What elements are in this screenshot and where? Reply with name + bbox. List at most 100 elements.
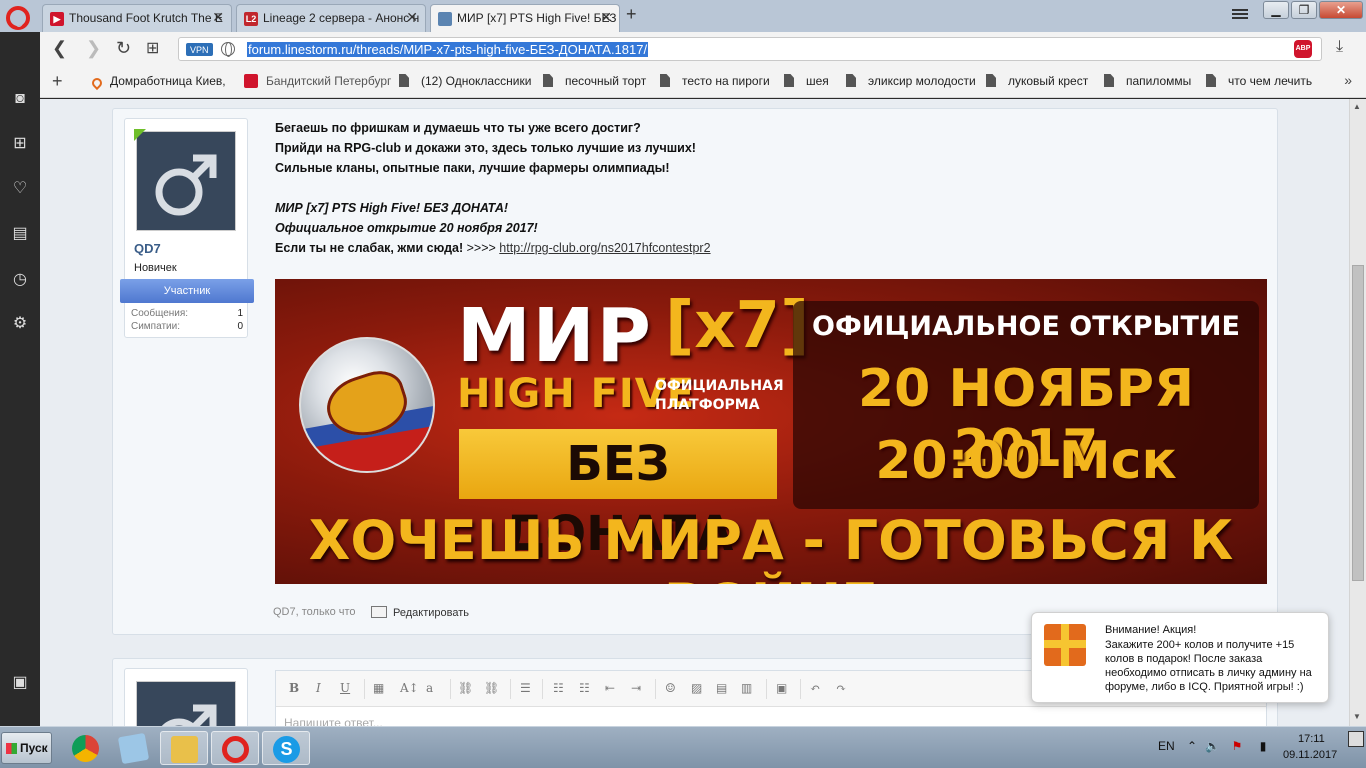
insert-icon[interactable]: ▥ — [741, 681, 752, 695]
bookmark-item[interactable]: Бандитский Петербург — [244, 74, 391, 88]
bold-icon[interactable]: B — [289, 681, 299, 695]
taskbar-chrome[interactable] — [62, 731, 110, 765]
volume-icon[interactable]: 🔈 — [1205, 739, 1220, 753]
news-icon[interactable]: ▤ — [11, 225, 29, 243]
action-center-icon[interactable]: ⚑ — [1230, 739, 1244, 753]
smiley-icon[interactable]: ☺ — [665, 681, 676, 695]
tab-lineage2-servers[interactable]: L2 Lineage 2 сервера - Анонс н ✕ — [236, 4, 426, 32]
text-color-icon[interactable]: ▦ — [373, 681, 384, 695]
chrome-icon — [72, 735, 99, 762]
close-tab-icon[interactable]: ✕ — [600, 9, 612, 26]
reload-button[interactable]: ↻ — [116, 38, 131, 59]
document-icon — [1104, 74, 1114, 87]
speed-dial-icon[interactable]: ⊞ — [146, 38, 159, 58]
bookmark-item[interactable]: тесто на пироги — [660, 74, 770, 88]
unlink-icon[interactable]: ⛓ — [484, 681, 499, 695]
url-text[interactable]: forum.linestorm.ru/threads/МИР-x7-pts-hi… — [247, 42, 649, 57]
bullet-list-icon[interactable]: ☷ — [553, 681, 564, 695]
adblock-plus-icon[interactable]: ABP — [1294, 40, 1312, 58]
numbered-list-icon[interactable]: ☷ — [579, 681, 590, 695]
opera-menu-icon[interactable] — [6, 6, 30, 30]
bookmark-item[interactable]: шея — [784, 74, 829, 88]
taskbar-skype[interactable]: S — [262, 731, 310, 765]
taskbar-opera[interactable] — [211, 731, 259, 765]
undo-icon[interactable]: ↶ — [810, 681, 820, 695]
media-icon[interactable]: ▤ — [716, 681, 727, 695]
tab-menu-icon[interactable] — [1232, 7, 1248, 21]
avatar[interactable] — [136, 131, 236, 231]
redo-icon[interactable]: ↷ — [836, 681, 846, 695]
notification-title: Внимание! Акция! — [1105, 624, 1197, 636]
taskbar-explorer[interactable] — [160, 731, 208, 765]
windows-taskbar: Пуск S EN ⌃ 🔈 ⚑ ▮ 17:11 09.11.2017 — [0, 726, 1366, 768]
tray-expand-icon[interactable]: ⌃ — [1185, 739, 1199, 753]
underline-icon[interactable]: U — [340, 681, 350, 695]
tab-title: МИР [x7] PTS High Five! БЕЗ — [457, 11, 617, 25]
scroll-up-icon[interactable]: ▲ — [1353, 102, 1361, 111]
show-desktop-button[interactable] — [1348, 731, 1364, 747]
add-bookmark-button[interactable]: + — [52, 71, 63, 92]
promo-banner[interactable]: МИР [x7] HIGH FIVE ОФИЦИАЛЬНАЯ ПЛАТФОРМА… — [275, 279, 1267, 584]
new-tab-button[interactable]: + — [626, 4, 637, 25]
reply-input[interactable]: Напишите ответ... — [284, 716, 383, 726]
youtube-favicon-icon: ▶ — [50, 12, 64, 26]
user-title: Новичек — [134, 262, 177, 274]
bookmark-item[interactable]: Домработница Киев, — [89, 74, 226, 91]
heart-icon[interactable]: ♡ — [11, 180, 29, 198]
message-line: Прийди на RPG-club и докажи это, здесь т… — [275, 141, 696, 155]
taskbar-notepad[interactable] — [110, 731, 158, 765]
user-card: QD7 Новичек Участник Сообщения: 1 Симпати… — [120, 118, 254, 338]
close-window-button[interactable]: ✕ — [1319, 1, 1363, 19]
back-button[interactable]: ❮ — [52, 38, 67, 59]
rpg-club-link[interactable]: http://rpg-club.org/ns2017hfcontestpr2 — [499, 241, 710, 255]
globe-icon[interactable] — [221, 42, 235, 57]
font-family-icon[interactable]: a — [426, 681, 433, 695]
username[interactable]: QD7 — [134, 241, 161, 256]
tab-current-thread[interactable]: МИР [x7] PTS High Five! БЕЗ ✕ — [430, 4, 620, 32]
bookmark-item[interactable]: песочный торт — [543, 74, 646, 88]
language-indicator[interactable]: EN — [1158, 739, 1175, 753]
close-tab-icon[interactable]: ✕ — [212, 9, 224, 26]
clock-date[interactable]: 09.11.2017 — [1283, 749, 1337, 761]
pencil-icon — [371, 606, 387, 618]
speed-dial-icon[interactable]: ⊞ — [11, 135, 29, 153]
network-icon[interactable]: ▮ — [1256, 739, 1270, 753]
url-field[interactable]: VPN forum.linestorm.ru/threads/МИР-x7-pt… — [178, 37, 1322, 61]
italic-icon[interactable]: I — [316, 681, 321, 695]
banner-time: 20:00 Мск — [875, 431, 1177, 491]
post-author-time[interactable]: QD7, только что — [273, 606, 356, 618]
banner-x7: [x7] — [665, 289, 810, 363]
close-tab-icon[interactable]: ✕ — [406, 9, 418, 26]
outdent-icon[interactable]: ⇤ — [605, 681, 615, 695]
bookmark-item[interactable]: папиломмы — [1104, 74, 1191, 88]
indent-icon[interactable]: ⇥ — [631, 681, 641, 695]
forward-button[interactable]: ❯ — [86, 38, 101, 59]
scroll-thumb[interactable] — [1352, 265, 1364, 581]
bookmark-item[interactable]: (12) Одноклассники — [399, 74, 531, 88]
more-bookmarks-icon[interactable]: » — [1344, 72, 1352, 88]
link-icon[interactable]: ⛓ — [458, 681, 473, 695]
bookmark-item[interactable]: эликсир молодости — [846, 74, 976, 88]
tab-thousand-foot-krutch[interactable]: ▶ Thousand Foot Krutch The E ✕ — [42, 4, 232, 32]
start-button[interactable]: Пуск — [1, 732, 52, 764]
save-draft-icon[interactable]: ▣ — [776, 681, 787, 695]
sidebar-toggle-icon[interactable]: ▣ — [11, 674, 29, 692]
align-icon[interactable]: ☰ — [520, 681, 531, 695]
settings-gear-icon[interactable]: ⚙ — [11, 315, 29, 333]
scroll-down-icon[interactable]: ▼ — [1353, 712, 1361, 721]
promo-notification[interactable]: Внимание! Акция! Закажите 200+ колов и п… — [1031, 612, 1329, 703]
page-scrollbar[interactable]: ▲ ▼ — [1349, 99, 1366, 726]
download-icon[interactable]: ⤓ — [1336, 38, 1343, 56]
bookmark-item[interactable]: луковый крест — [986, 74, 1088, 88]
camera-icon[interactable]: ◙ — [11, 90, 29, 108]
banner-slogan: ХОЧЕШЬ МИРА - ГОТОВЬСЯ К ВОЙНЕ — [308, 509, 1234, 584]
bookmark-item[interactable]: что чем лечить — [1206, 74, 1312, 88]
minimize-button[interactable]: ▁ — [1263, 1, 1289, 19]
maximize-button[interactable]: ❐ — [1291, 1, 1317, 19]
history-icon[interactable]: ◷ — [11, 271, 29, 289]
clock-time[interactable]: 17:11 — [1298, 733, 1325, 745]
vpn-badge[interactable]: VPN — [186, 43, 213, 56]
font-size-icon[interactable]: A↕ — [400, 681, 419, 695]
image-icon[interactable]: ▨ — [691, 681, 702, 695]
edit-post-button[interactable]: Редактировать — [371, 606, 469, 619]
